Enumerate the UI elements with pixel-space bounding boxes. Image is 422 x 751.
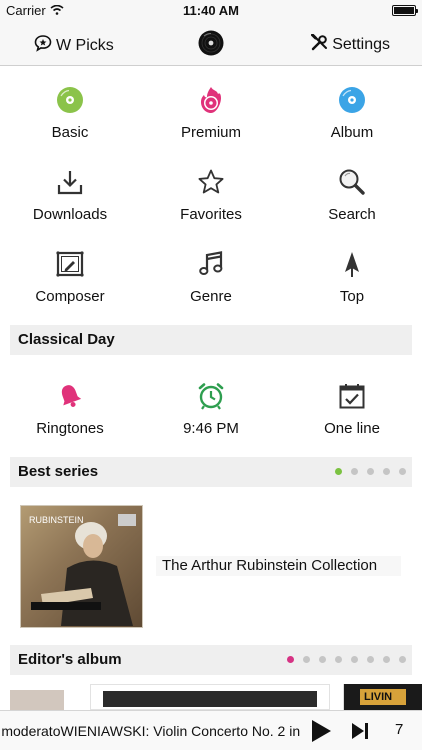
menu-item-album[interactable]: Album	[282, 80, 422, 160]
w-picks-button[interactable]: W Picks	[34, 34, 114, 57]
album-artwork	[103, 691, 317, 707]
best-series-header: Best series	[10, 457, 412, 487]
now-playing-track[interactable]: ro moderatoWIENIAWSKI: Violin Concerto N…	[0, 711, 302, 751]
play-icon	[312, 720, 331, 742]
star-icon	[197, 168, 225, 196]
menu-label-search: Search	[328, 206, 376, 223]
editors-album-item[interactable]: LIVIN	[343, 684, 422, 710]
mini-player: ro moderatoWIENIAWSKI: Violin Concerto N…	[0, 710, 422, 750]
settings-button[interactable]: Settings	[311, 33, 390, 56]
editors-album-carousel[interactable]: LIVIN	[0, 684, 422, 710]
classical-day-header: Classical Day	[10, 325, 412, 355]
status-bar: Carrier 11:40 AM	[0, 0, 422, 22]
album-disc-icon	[338, 86, 366, 114]
one-line-label: One line	[324, 420, 380, 437]
alarm-button[interactable]: 9:46 PM	[141, 376, 281, 456]
album-badge: LIVIN	[360, 689, 406, 705]
menu-label-premium: Premium	[180, 124, 241, 141]
best-series-page-indicator[interactable]	[335, 468, 406, 475]
ringtones-button[interactable]: Ringtones	[0, 376, 140, 456]
menu-row-1: Basic Premium Album	[0, 80, 422, 160]
page-dot[interactable]	[335, 656, 342, 663]
music-note-icon	[197, 250, 225, 278]
vinyl-record-icon[interactable]	[198, 30, 224, 56]
editors-album-item[interactable]	[90, 684, 330, 710]
menu-label-basic: Basic	[51, 124, 89, 141]
portrait-illustration	[31, 522, 133, 626]
best-series-album-cover[interactable]: RUBINSTEIN	[20, 505, 143, 628]
menu-item-basic[interactable]: Basic	[0, 80, 140, 160]
bell-icon	[56, 382, 84, 410]
page-dot[interactable]	[287, 656, 294, 663]
menu-label-composer: Composer	[35, 288, 105, 305]
page-dot[interactable]	[367, 656, 374, 663]
ringtones-label: Ringtones	[36, 420, 104, 437]
best-series-title-label[interactable]: The Arthur Rubinstein Collection	[156, 556, 401, 576]
w-picks-label: W Picks	[56, 36, 114, 54]
wrench-screwdriver-icon	[311, 33, 328, 56]
best-series-title: Best series	[18, 463, 99, 480]
download-icon	[56, 168, 84, 196]
page-dot[interactable]	[351, 468, 358, 475]
classical-day-row: Ringtones 9:46 PM One line	[0, 376, 422, 456]
menu-item-top[interactable]: Top	[282, 244, 422, 324]
arrow-up-icon	[338, 250, 366, 278]
editors-album-page-indicator[interactable]	[287, 656, 406, 663]
menu-label-favorites: Favorites	[180, 206, 242, 223]
one-line-button[interactable]: One line	[282, 376, 422, 456]
skip-forward-icon	[352, 723, 368, 739]
page-dot[interactable]	[303, 656, 310, 663]
editors-album-item[interactable]	[10, 690, 64, 710]
page-dot[interactable]	[399, 468, 406, 475]
editors-album-header: Editor's album	[10, 645, 412, 675]
next-track-button[interactable]	[350, 721, 370, 741]
menu-label-top: Top	[339, 288, 365, 305]
play-button[interactable]	[308, 718, 334, 744]
page-dot[interactable]	[367, 468, 374, 475]
menu-item-genre[interactable]: Genre	[141, 244, 281, 324]
menu-label-downloads: Downloads	[32, 206, 108, 223]
battery-icon	[392, 5, 418, 16]
battery-fill	[394, 7, 414, 14]
premium-flaming-disc-icon	[197, 86, 225, 114]
page-dot[interactable]	[335, 468, 342, 475]
calendar-check-icon	[338, 382, 366, 410]
magnifier-icon	[338, 168, 366, 196]
alarm-clock-icon	[197, 382, 225, 410]
menu-item-favorites[interactable]: Favorites	[141, 162, 281, 242]
basic-disc-icon	[56, 86, 84, 114]
menu-label-album: Album	[330, 124, 374, 141]
alarm-time-label: 9:46 PM	[183, 420, 239, 437]
settings-label: Settings	[332, 36, 390, 53]
page-dot[interactable]	[399, 656, 406, 663]
menu-item-downloads[interactable]: Downloads	[0, 162, 140, 242]
now-playing-title: ro moderatoWIENIAWSKI: Violin Concerto N…	[0, 723, 302, 739]
menu-item-search[interactable]: Search	[282, 162, 422, 242]
queue-count[interactable]: 7	[395, 721, 403, 738]
page-dot[interactable]	[351, 656, 358, 663]
page-dot[interactable]	[319, 656, 326, 663]
menu-row-3: Composer Genre Top	[0, 244, 422, 324]
navigation-bar: W Picks Settings	[0, 22, 422, 66]
classical-day-title: Classical Day	[18, 331, 115, 348]
editors-album-title: Editor's album	[18, 651, 122, 668]
page-dot[interactable]	[383, 468, 390, 475]
clock: 11:40 AM	[183, 3, 239, 18]
menu-row-2: Downloads Favorites Search	[0, 162, 422, 242]
menu-item-premium[interactable]: Premium	[141, 80, 281, 160]
chat-bubble-icon	[34, 34, 52, 57]
menu-label-genre: Genre	[190, 288, 232, 305]
menu-item-composer[interactable]: Composer	[0, 244, 140, 324]
portrait-frame-icon	[56, 250, 84, 278]
page-dot[interactable]	[383, 656, 390, 663]
